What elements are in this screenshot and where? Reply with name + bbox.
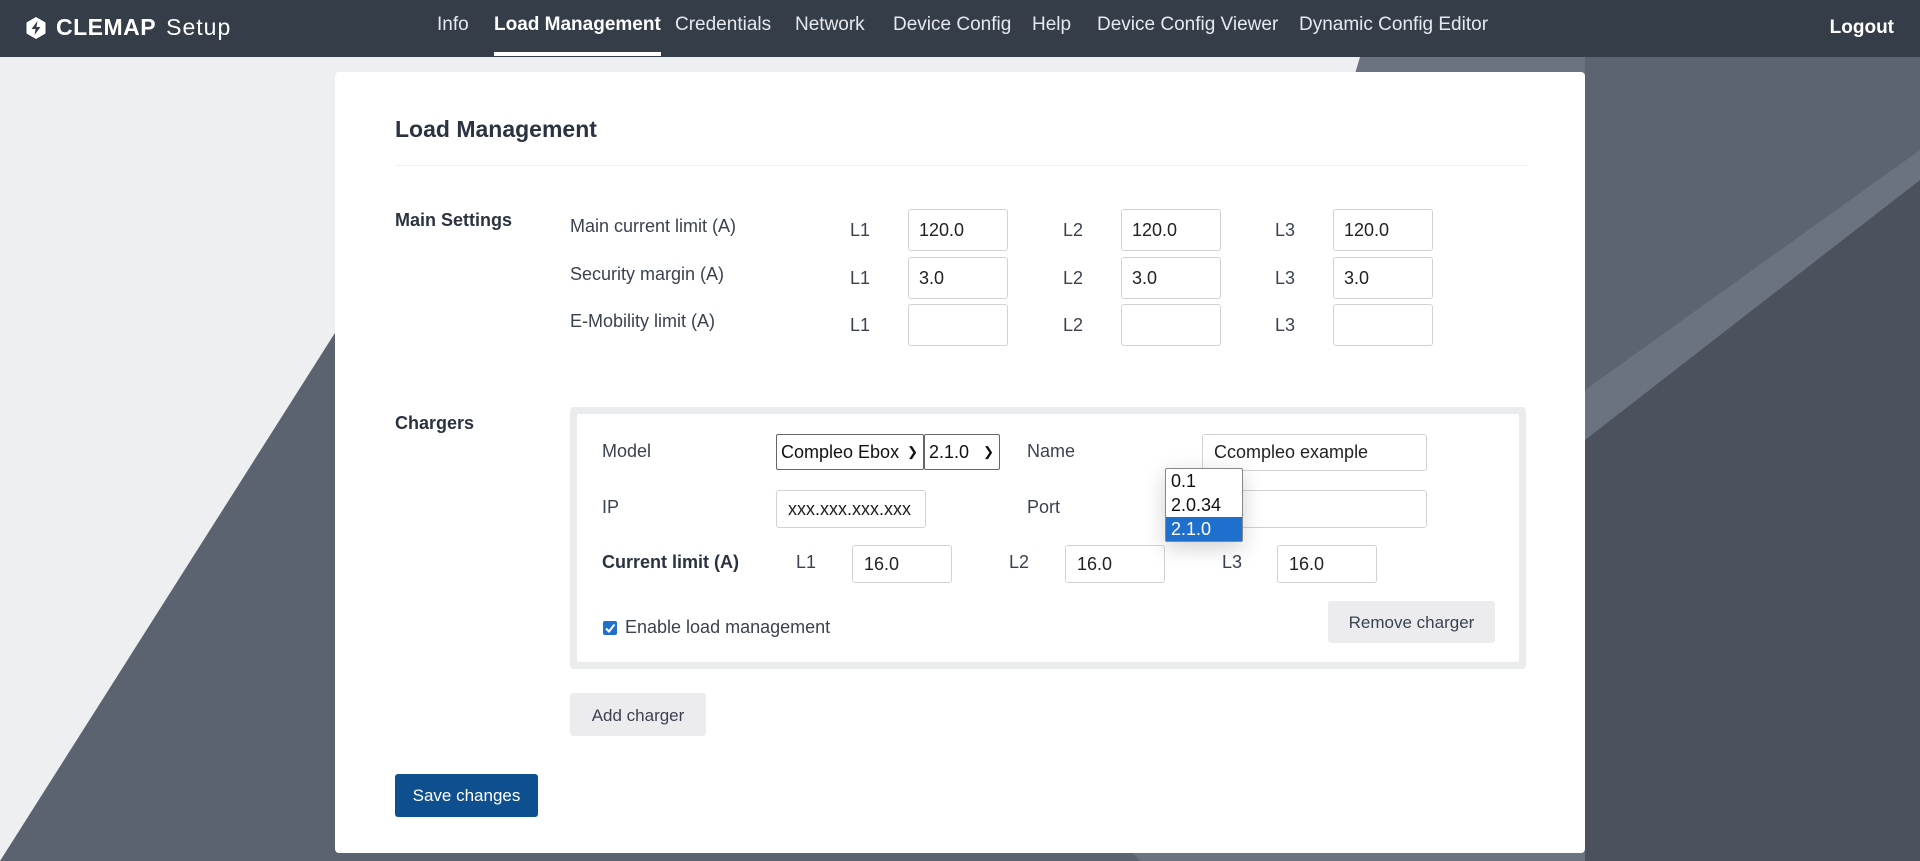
security-margin-label: Security margin (A)	[570, 264, 725, 284]
brand-name: CLEMAP	[56, 14, 157, 40]
main-current-limit-label: Main current limit (A)	[570, 216, 737, 236]
port-label: Port	[1027, 497, 1061, 517]
phase-label-l3: L3	[1275, 315, 1296, 335]
version-option[interactable]: 0.1	[1166, 469, 1242, 493]
brand[interactable]: CLEMAP Setup	[24, 14, 231, 41]
security-margin-l2-input[interactable]	[1121, 257, 1221, 299]
nav-device-config-viewer[interactable]: Device Config Viewer	[1097, 0, 1278, 57]
brand-subtitle: Setup	[166, 14, 232, 40]
enable-load-management-checkbox[interactable]	[603, 621, 617, 635]
security-margin-l3-input[interactable]	[1333, 257, 1433, 299]
charger-card-body: Model Compleo Ebox ❯ 2.1.0 ❯ Name IP Por…	[577, 414, 1519, 662]
page-title: Load Management	[395, 116, 597, 142]
phase-label-l3: L3	[1275, 268, 1296, 288]
checkmark-icon	[605, 623, 616, 634]
model-select-value: Compleo Ebox	[781, 442, 900, 462]
version-select-value: 2.1.0	[929, 442, 970, 462]
chevron-down-icon: ❯	[907, 444, 918, 459]
e-mobility-limit-label: E-Mobility limit (A)	[570, 311, 716, 331]
nav-device-config[interactable]: Device Config	[893, 0, 1011, 57]
main-current-limit-l2-input[interactable]	[1121, 209, 1221, 251]
charger-current-limit-l1-input[interactable]	[852, 545, 952, 583]
nav-load-management-label: Load Management	[494, 14, 661, 35]
version-option-selected[interactable]: 2.1.0	[1166, 517, 1242, 541]
remove-charger-button[interactable]: Remove charger	[1328, 601, 1495, 643]
phase-label-l3: L3	[1222, 552, 1243, 572]
nav-load-management[interactable]: Load Management	[494, 0, 661, 57]
charger-current-limit-l3-input[interactable]	[1277, 545, 1377, 583]
charger-card: Model Compleo Ebox ❯ 2.1.0 ❯ Name IP Por…	[570, 407, 1526, 669]
main-current-limit-l3-input[interactable]	[1333, 209, 1433, 251]
phase-label-l2: L2	[1063, 268, 1084, 288]
phase-label-l1: L1	[850, 268, 871, 288]
load-management-card: Load Management Main Settings Main curre…	[335, 72, 1585, 853]
logout-link[interactable]: Logout	[1830, 0, 1894, 57]
model-label: Model	[602, 441, 652, 461]
e-mobility-limit-l3-input[interactable]	[1333, 304, 1433, 346]
ip-label: IP	[602, 497, 620, 517]
phase-label-l2: L2	[1063, 315, 1084, 335]
security-margin-l1-input[interactable]	[908, 257, 1008, 299]
chevron-down-icon: ❯	[983, 444, 994, 459]
active-tab-indicator	[494, 52, 661, 56]
phase-label-l1: L1	[796, 552, 817, 572]
add-charger-button[interactable]: Add charger	[570, 693, 706, 736]
name-label: Name	[1027, 441, 1076, 461]
nav-network[interactable]: Network	[795, 0, 865, 57]
enable-load-management-label[interactable]: Enable load management	[625, 617, 830, 638]
bolt-hexagon-icon	[26, 16, 46, 39]
nav-dynamic-config-editor[interactable]: Dynamic Config Editor	[1299, 0, 1488, 57]
phase-label-l3: L3	[1275, 220, 1296, 240]
version-dropdown-list: 0.1 2.0.34 2.1.0	[1165, 468, 1243, 542]
nav-credentials[interactable]: Credentials	[675, 0, 771, 57]
current-limit-label: Current limit (A)	[602, 552, 739, 572]
main-current-limit-l1-input[interactable]	[908, 209, 1008, 251]
ip-input[interactable]	[776, 490, 926, 528]
top-navigation-bar: CLEMAP Setup Info Load Management Creden…	[0, 0, 1920, 57]
title-divider	[395, 165, 1527, 166]
phase-label-l1: L1	[850, 315, 871, 335]
e-mobility-limit-l2-input[interactable]	[1121, 304, 1221, 346]
phase-label-l1: L1	[850, 220, 871, 240]
version-option[interactable]: 2.0.34	[1166, 493, 1242, 517]
nav-help[interactable]: Help	[1032, 0, 1071, 57]
charger-name-input[interactable]	[1202, 434, 1427, 471]
version-select[interactable]: 2.1.0 ❯	[924, 434, 1000, 470]
phase-label-l2: L2	[1063, 220, 1084, 240]
e-mobility-limit-l1-input[interactable]	[908, 304, 1008, 346]
save-changes-button[interactable]: Save changes	[395, 774, 538, 817]
nav-info[interactable]: Info	[437, 0, 469, 57]
phase-label-l2: L2	[1009, 552, 1030, 572]
main-settings-label: Main Settings	[395, 210, 513, 230]
chargers-label: Chargers	[395, 413, 475, 433]
model-select[interactable]: Compleo Ebox ❯	[776, 434, 924, 470]
charger-current-limit-l2-input[interactable]	[1065, 545, 1165, 583]
